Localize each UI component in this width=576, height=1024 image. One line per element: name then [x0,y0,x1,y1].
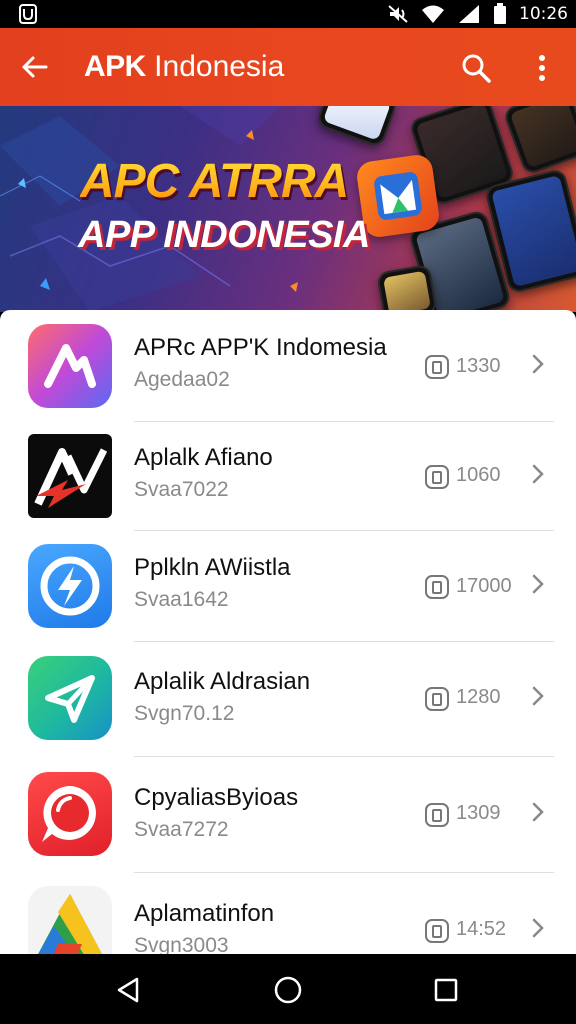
signal-icon [459,5,479,23]
download-count-icon [425,687,449,711]
promo-banner[interactable]: APC ATRRA APC ATRRA APP INDONESIA APP IN… [0,106,576,312]
mute-icon [388,5,408,23]
download-count: 17000 [456,575,512,597]
navigation-bar [0,954,576,1024]
blue-bolt-logo-icon [28,544,112,628]
red-chat-logo-icon [28,772,112,856]
banner-headline: APC ATRRA [80,155,349,208]
divider [134,872,554,873]
banner-subheadline: APP INDONESIA [78,214,370,256]
notification-icon [19,4,37,24]
download-count: 1309 [456,802,501,824]
chevron-right-icon [532,918,544,938]
list-item[interactable]: CpyaliasByioas Svaa7272 1309 [0,760,576,872]
download-count-icon [425,465,449,489]
nav-home-button[interactable] [268,972,308,1008]
list-item[interactable]: Aplalik Aldrasian Svgn70.12 1280 [0,644,576,756]
app-subtitle: Agedaa02 [134,368,230,391]
download-count: 1280 [456,686,501,708]
app-name: APRc APP'K Indomesia [134,334,387,361]
download-count-icon [425,919,449,943]
app-subtitle: Svaa1642 [134,588,229,611]
app-name: Aplalk Afiano [134,444,273,471]
app-subtitle: Svgn3003 [134,934,229,954]
triangle-logo-icon [28,886,112,954]
status-bar: 10:26 [0,0,576,28]
app-bar: APK Indonesia [0,28,576,106]
download-count-icon [425,803,449,827]
nav-recents-button[interactable] [426,972,466,1008]
chevron-right-icon [532,802,544,822]
app-title: APK Indonesia [84,50,284,84]
app-list: APRc APP'K Indomesia Agedaa02 1330 Aplal… [0,310,576,954]
nav-back-button[interactable] [108,972,148,1008]
battery-icon [494,3,506,24]
download-count-icon [425,575,449,599]
app-subtitle: Svaa7022 [134,478,229,501]
black-av-logo-icon [28,434,112,518]
more-vert-icon [539,55,545,81]
list-item[interactable]: APRc APP'K Indomesia Agedaa02 1330 [0,310,576,422]
purple-a-logo-icon [28,324,112,408]
app-subtitle: Svaa7272 [134,818,229,841]
download-count: 1330 [456,355,501,377]
wifi-icon [422,5,444,23]
list-item[interactable]: Aplalk Afiano Svaa7022 1060 [0,422,576,534]
phone-mockup [376,263,438,312]
arrow-left-icon [22,56,48,78]
app-name: CpyaliasByioas [134,784,299,811]
app-name: Aplalik Aldrasian [134,668,311,695]
divider [134,641,554,642]
app-title-rest: Indonesia [145,50,285,83]
chevron-right-icon [532,354,544,374]
chevron-right-icon [532,464,544,484]
list-item[interactable]: Aplamatinfon Svgn3003 14:52 [0,876,576,954]
search-icon [462,54,491,83]
divider [134,530,554,531]
green-send-logo-icon [28,656,112,740]
triangle-back-icon [117,977,139,1003]
chevron-right-icon [532,686,544,706]
download-count: 14:52 [456,918,507,940]
more-options-button[interactable] [526,48,558,88]
search-button[interactable] [456,48,496,88]
download-count: 1060 [456,464,501,486]
chevron-right-icon [532,574,544,594]
download-count-icon [425,355,449,379]
divider [134,756,554,757]
status-time: 10:26 [519,4,568,24]
square-recents-icon [434,978,458,1002]
back-button[interactable] [14,47,54,87]
app-name: Pplkln AWiistla [134,554,291,581]
app-name: Aplamatinfon [134,900,275,927]
circle-home-icon [274,976,302,1004]
list-item[interactable]: Pplkln AWiistla Svaa1642 17000 [0,532,576,644]
app-title-bold: APK [84,50,146,83]
app-subtitle: Svgn70.12 [134,702,235,725]
